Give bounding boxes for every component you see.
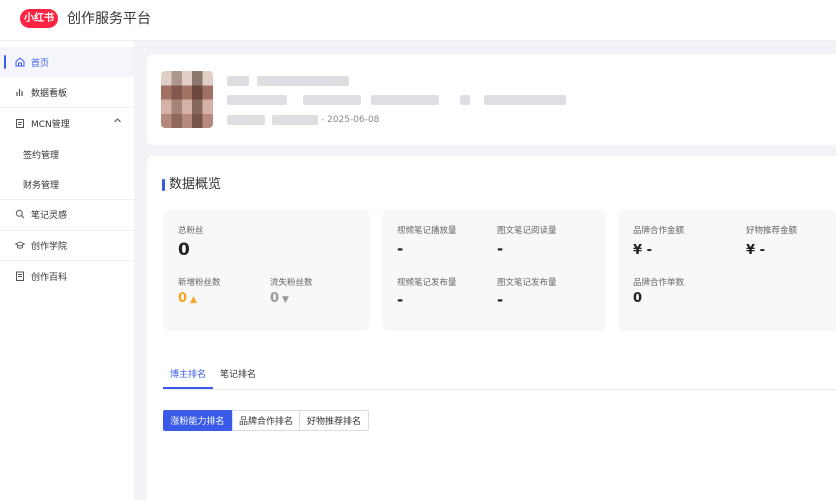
sidebar-item-encyclopedia[interactable]: 创作百科 [0, 261, 134, 291]
active-tab-indicator [163, 387, 213, 389]
new-fans-label: 新增粉丝数 [178, 278, 221, 288]
app-title: 创作服务平台 [67, 11, 151, 27]
new-fans-value: 0 ▲ [178, 291, 197, 306]
brand-count-label: 品牌合作单数 [633, 278, 685, 288]
video-play-label: 视频笔记播放量 [397, 226, 457, 236]
image-read-value: - [497, 240, 504, 258]
xiaohongshu-logo[interactable]: 小红书 [20, 9, 58, 28]
image-pub-label: 图文笔记发布量 [497, 278, 557, 288]
total-fans-value: 0 [178, 240, 190, 260]
video-pub-value: - [397, 291, 404, 309]
sidebar-item-label: 首页 [31, 58, 50, 69]
sidebar-item-label: 笔记灵感 [31, 210, 68, 221]
chevron-up-icon[interactable] [113, 116, 122, 128]
blurred-id [272, 115, 318, 125]
avatar[interactable] [161, 71, 213, 128]
video-pub-label: 视频笔记发布量 [397, 278, 457, 288]
bar-chart-icon [15, 87, 25, 97]
clipboard-icon [15, 118, 25, 128]
blurred-info [371, 95, 439, 105]
sidebar-item-label: 创作百科 [31, 272, 68, 283]
fans-growth-ranking-button[interactable]: 涨粉能力排名 [163, 410, 232, 431]
sidebar-item-label: 签约管理 [23, 150, 60, 161]
sidebar-item-dashboard[interactable]: 数据看板 [0, 77, 134, 107]
blurred-info [303, 95, 361, 105]
sidebar-item-mcn[interactable]: MCN管理 [0, 108, 134, 138]
goods-recommend-ranking-button[interactable]: 好物推荐排名 [299, 410, 369, 431]
blurred-username [257, 76, 349, 86]
goods-amount-label: 好物推荐金额 [746, 226, 798, 236]
brand-count-value: 0 [633, 291, 643, 306]
video-play-value: - [397, 240, 404, 258]
sidebar-item-academy[interactable]: 创作学院 [0, 230, 134, 260]
lost-fans-label: 流失粉丝数 [270, 278, 313, 288]
blurred-info [227, 95, 287, 105]
brand-amount-label: 品牌合作金额 [633, 226, 685, 236]
goods-amount-value: ¥ - [746, 243, 765, 258]
lightbulb-search-icon [15, 209, 25, 219]
image-read-label: 图文笔记阅读量 [497, 226, 557, 236]
sidebar-item-inspiration[interactable]: 笔记灵感 [0, 199, 134, 229]
sidebar-item-finance[interactable]: 财务管理 [0, 169, 134, 199]
graduation-icon [15, 240, 25, 250]
sidebar: 首页 数据看板 MCN管理 签约管理 财务管理 笔记灵感 创作学院 创作百科 [0, 41, 134, 500]
brand-cooperation-ranking-button[interactable]: 品牌合作排名 [232, 410, 300, 431]
arrow-down-icon: ▼ [282, 295, 289, 305]
total-fans-label: 总粉丝 [178, 226, 204, 236]
blurred-username [227, 76, 249, 86]
sidebar-item-label: 财务管理 [23, 180, 60, 191]
tab-note-ranking[interactable]: 笔记排名 [220, 367, 256, 380]
book-icon [15, 271, 25, 281]
blurred-info [484, 95, 566, 105]
sidebar-item-label: 创作学院 [31, 241, 68, 252]
sidebar-item-home[interactable]: 首页 [0, 47, 134, 77]
image-pub-value: - [497, 291, 504, 309]
blurred-id [227, 115, 265, 125]
sidebar-item-label: MCN管理 [31, 119, 70, 130]
profile-date: - 2025-06-08 [321, 115, 380, 125]
section-title: 数据概览 [162, 177, 221, 193]
tab-divider [163, 389, 836, 390]
sidebar-item-label: 数据看板 [31, 88, 68, 99]
top-header: 小红书 创作服务平台 [0, 0, 836, 41]
brand-amount-value: ¥ - [633, 243, 652, 258]
arrow-up-icon: ▲ [190, 295, 197, 305]
home-icon [15, 57, 25, 67]
blurred-info [460, 95, 470, 105]
lost-fans-value: 0 ▼ [270, 291, 289, 306]
sidebar-item-contract[interactable]: 签约管理 [0, 139, 134, 169]
tab-blogger-ranking[interactable]: 博主排名 [170, 367, 206, 380]
